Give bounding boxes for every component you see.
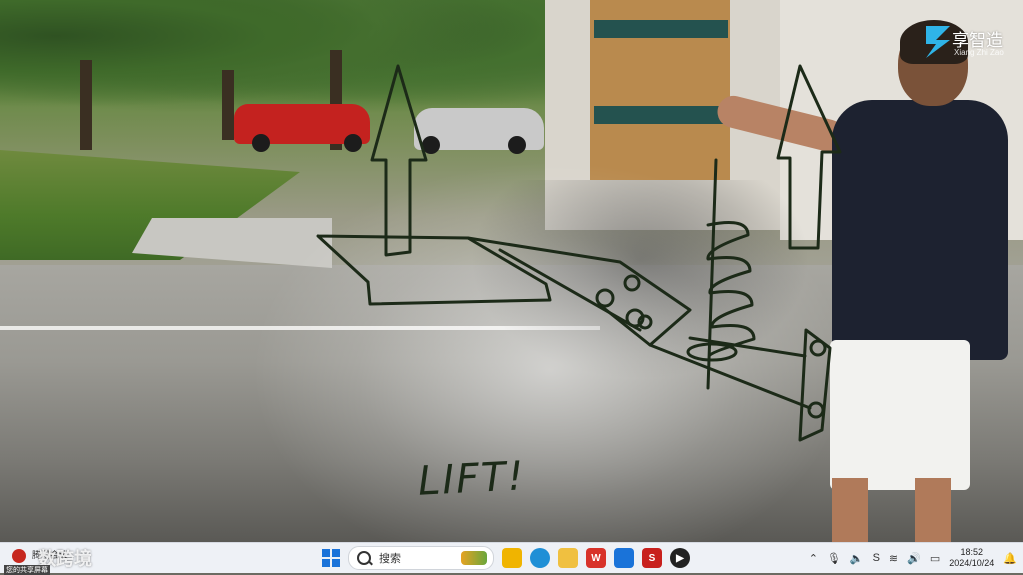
chevron-up-icon[interactable]: ⌃ (809, 552, 818, 565)
watermark-subtitle: Xiang Zhi Zao (954, 48, 1004, 57)
microphone-icon[interactable]: 🎙 (827, 552, 841, 565)
system-tray: ⌃ 🎙 🔈 S ≋ 🔊 ▭ 18:52 2024/10/24 🔔 (809, 545, 1017, 571)
input-method-icon[interactable]: S (873, 552, 880, 564)
taskbar-apps: 搜索 W S ▶ (322, 546, 690, 570)
notification-bell-icon[interactable]: 🔔 (1003, 552, 1017, 565)
right-up-arrow (776, 64, 842, 250)
taskbar-search[interactable]: 搜索 (348, 546, 494, 570)
spring (706, 221, 756, 357)
meeting-app-icon (12, 549, 26, 563)
share-status: 您的共享屏幕 (4, 565, 50, 575)
lower-arm (648, 336, 812, 410)
folder-icon[interactable] (558, 548, 578, 568)
taskbar: 腾讯会议 数跨境 您的共享屏幕 搜索 W S ▶ ⌃ 🎙 🔈 S ≋ 🔊 ▭ 1… (0, 542, 1023, 575)
battery-icon[interactable]: ▭ (930, 552, 940, 565)
volume-icon[interactable]: 🔊 (907, 552, 921, 565)
screen-share-badge[interactable]: 腾讯会议 数跨境 您的共享屏幕 (4, 545, 136, 575)
file-explorer-icon[interactable] (502, 548, 522, 568)
brand-logo-icon (926, 26, 950, 58)
edge-icon[interactable] (530, 548, 550, 568)
lift-annotation: LIFT! (416, 453, 527, 505)
photos-icon[interactable] (614, 548, 634, 568)
wps-icon[interactable]: W (586, 548, 606, 568)
solidworks-icon[interactable]: S (642, 548, 662, 568)
clock-time: 18:52 (960, 547, 984, 557)
wifi-icon[interactable]: ≋ (889, 552, 898, 565)
media-player-icon[interactable]: ▶ (670, 548, 690, 568)
clock-date: 2024/10/24 (949, 558, 995, 568)
left-up-arrow (370, 64, 428, 257)
search-highlight-icon (461, 551, 487, 565)
search-icon (357, 551, 371, 565)
linkage-arm (466, 236, 692, 347)
search-label: 搜索 (379, 553, 401, 565)
video-frame: LIFT! 享智造 Xiang Zhi Zao (0, 0, 1023, 542)
windows-start-icon[interactable] (322, 549, 340, 567)
speaker-icon[interactable]: 🔈 (850, 552, 864, 565)
clock[interactable]: 18:52 2024/10/24 (949, 547, 994, 569)
